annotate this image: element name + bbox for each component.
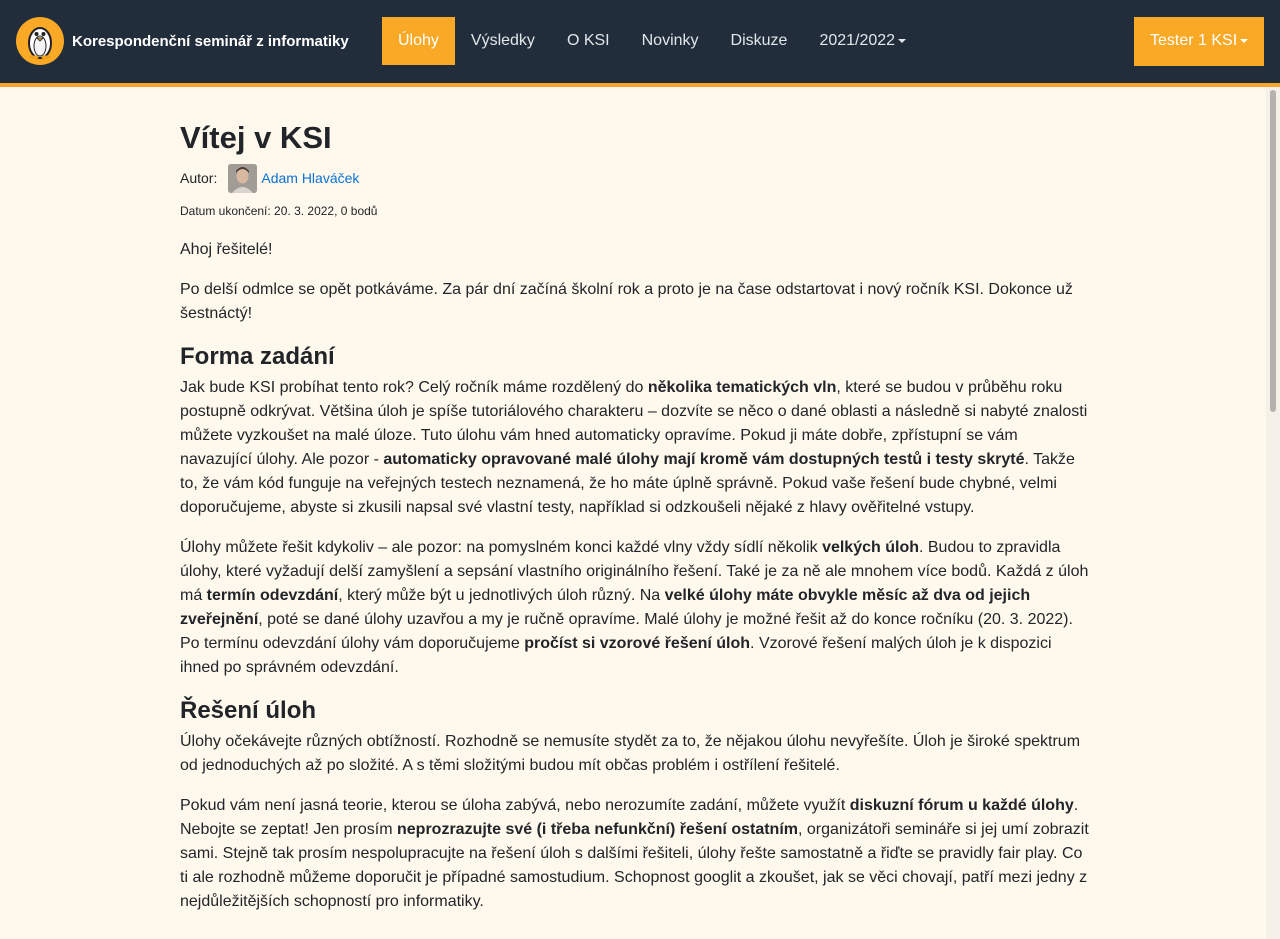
nav-diskuze[interactable]: Diskuze [715,17,804,65]
author-line: Autor: Adam Hlaváček [180,163,1090,193]
scrollbar-thumb[interactable] [1270,90,1276,412]
brand-name[interactable]: Korespondenční seminář z informatiky [72,33,349,50]
bold-text: několika tematických vln [647,379,837,396]
reseni-paragraph-2: Pokud vám není jasná teorie, kterou se ú… [180,794,1090,914]
nav-novinky-label: Novinky [641,32,699,49]
text-run: , který může být u jednotlivých úloh růz… [338,587,665,604]
nav-ulohy[interactable]: Úlohy [382,17,455,65]
greeting-paragraph: Ahoj řešitelé! [180,241,273,258]
year-dropdown[interactable]: 2021/2022 [803,17,922,65]
user-menu-label: Tester 1 KSI [1150,32,1238,49]
bold-text: velkých úloh [822,539,919,556]
nav-diskuze-label: Diskuze [730,32,788,49]
article: Vítej v KSI Autor: Adam Hlaváček Datum u… [180,118,1090,930]
user-menu-button[interactable]: Tester 1 KSI [1134,17,1264,66]
text-run: Jak bude KSI probíhat tento rok? Celý ro… [180,379,648,396]
bold-text: pročíst si vzorové řešení úloh [524,635,751,652]
nav-ulohy-label: Úlohy [398,32,439,49]
text-run: Úlohy můžete řešit kdykoliv – ale pozor:… [180,539,823,556]
intro-paragraph: Po delší odmlce se opět potkáváme. Za pá… [180,281,1073,322]
top-navbar: Korespondenční seminář z informatiky Úlo… [0,0,1280,83]
nav-o-ksi[interactable]: O KSI [551,17,626,65]
navbar-accent-bar [0,83,1280,87]
heading-forma-zadani: Forma zadání [180,343,335,370]
bold-text: neprozrazujte své (i třeba nefunkční) ře… [397,821,798,838]
deadline-info: Datum ukončení: 20. 3. 2022, 0 bodů [180,204,378,218]
nav-vysledky-label: Výsledky [470,32,535,49]
reseni-paragraph-1: Úlohy očekávejte různých obtížností. Roz… [180,733,1081,774]
author-label: Autor: [180,170,218,186]
penguin-logo-icon[interactable] [16,17,64,65]
main-nav: Úlohy Výsledky O KSI Novinky Diskuze 202… [382,17,922,65]
page-scrollbar[interactable] [1266,87,1280,939]
nav-novinky[interactable]: Novinky [626,17,715,65]
forma-paragraph-2: Úlohy můžete řešit kdykoliv – ale pozor:… [180,536,1090,680]
nav-vysledky[interactable]: Výsledky [455,17,551,65]
bold-text: automaticky opravované malé úlohy mají k… [383,451,1025,468]
page-title: Vítej v KSI [180,120,332,155]
bold-text: termín odevzdání [206,587,339,604]
nav-o-ksi-label: O KSI [566,32,610,49]
author-link[interactable]: Adam Hlaváček [261,166,359,190]
heading-reseni-uloh: Řešení úloh [180,697,317,724]
brand[interactable]: Korespondenční seminář z informatiky [16,17,349,65]
text-run: Pokud vám není jasná teorie, kterou se ú… [180,797,850,814]
author-avatar [228,163,258,193]
bold-text: diskuzní fórum u každé úlohy [849,797,1074,814]
year-dropdown-label: 2021/2022 [819,32,896,49]
caret-down-icon [1240,38,1249,43]
forma-paragraph-1: Jak bude KSI probíhat tento rok? Celý ro… [180,376,1090,520]
caret-down-icon [898,38,907,43]
